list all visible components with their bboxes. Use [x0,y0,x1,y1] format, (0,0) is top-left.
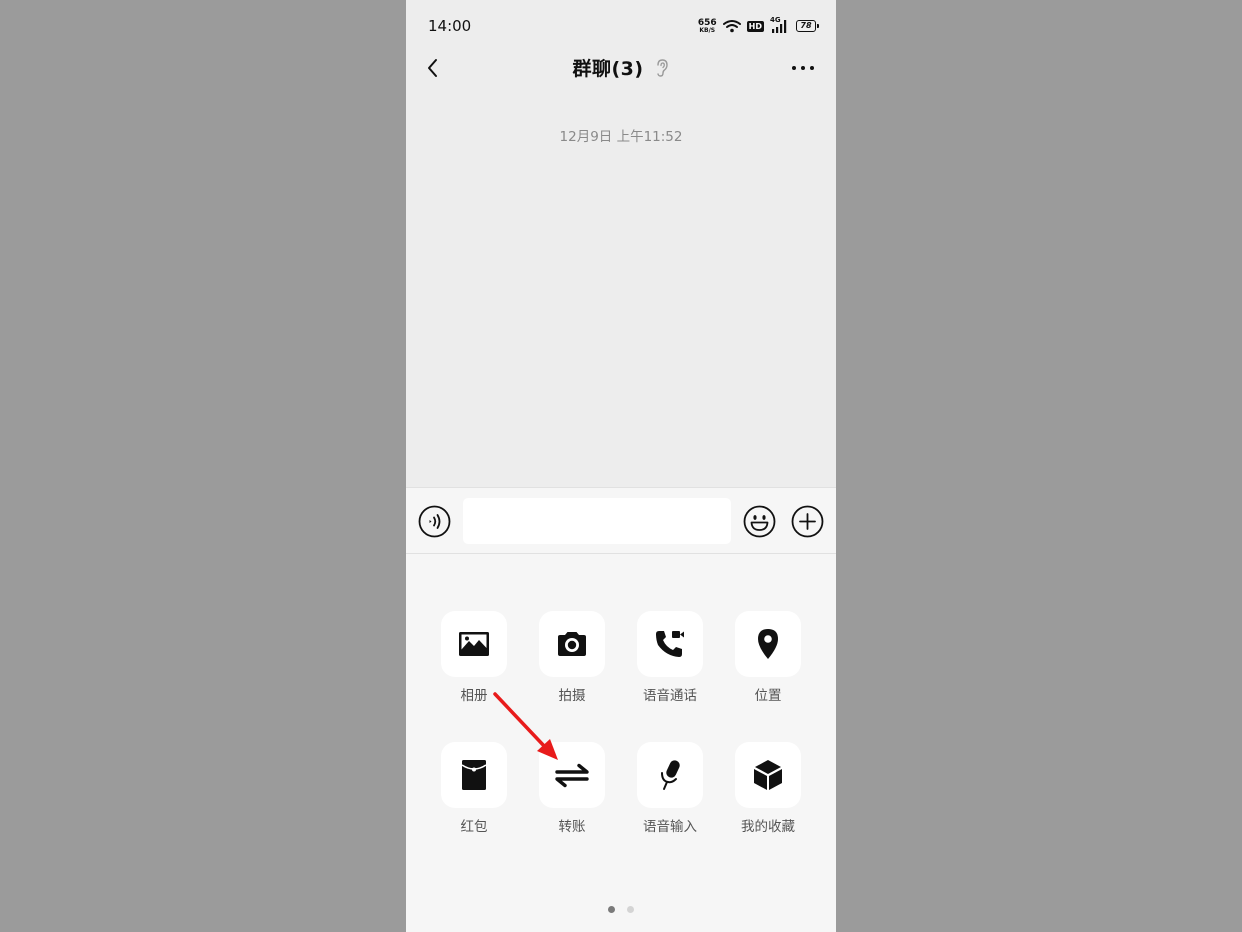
page-dot[interactable] [627,906,634,913]
battery-level: 78 [800,21,812,30]
phone-screen: 14:00 656 KB/S HD 4G 78 群聊(3) 12月9日 上午11… [406,0,836,932]
panel-tile[interactable] [539,742,605,808]
transfer-icon [555,763,589,788]
panel-tile[interactable] [735,742,801,808]
panel-item-voice-call[interactable]: 语音通话 [636,611,704,704]
photo-album-icon [459,632,489,656]
panel-tile[interactable] [539,611,605,677]
chat-timestamp: 12月9日 上午11:52 [559,129,683,145]
wifi-icon [722,20,741,33]
hd-badge: HD [746,20,764,32]
network-speed: 656 KB/S [697,17,717,34]
panel-item-voice-input[interactable]: 语音输入 [636,742,704,835]
panel-item-label: 位置 [754,688,782,704]
more-options-icon[interactable] [790,58,816,78]
panel-item-label: 相册 [460,688,488,704]
plus-icon[interactable] [791,505,824,538]
panel-item-label: 语音通话 [643,688,697,704]
chat-message-area[interactable]: 12月9日 上午11:52 [406,92,836,487]
nav-title-group: 群聊(3) [406,54,836,81]
camera-icon [558,632,586,656]
emoji-icon[interactable] [743,505,776,538]
earpiece-mode-icon [656,58,668,77]
network-speed-unit: KB/S [699,26,716,34]
page-dot-active[interactable] [608,906,615,913]
more-functions-panel: 相册 拍摄 语音通话 位置 红包 转账 语音输入 我的收藏 [406,554,836,932]
panel-tile[interactable] [637,742,703,808]
status-bar: 14:00 656 KB/S HD 4G 78 [406,0,836,50]
panel-item-camera[interactable]: 拍摄 [538,611,606,704]
status-icons: 656 KB/S HD 4G 78 [697,16,819,36]
voice-input-icon [661,760,680,790]
status-time: 14:00 [428,17,472,35]
panel-item-favorites[interactable]: 我的收藏 [734,742,802,835]
page-indicator [406,906,836,913]
page-title: 群聊(3) [572,58,644,80]
panel-item-location[interactable]: 位置 [734,611,802,704]
panel-tile[interactable] [637,611,703,677]
voice-call-icon [656,631,684,657]
red-packet-icon [461,760,487,790]
panel-item-label: 拍摄 [558,688,586,704]
nav-bar: 群聊(3) [406,44,836,92]
panel-tile[interactable] [441,611,507,677]
battery-icon: 78 [796,20,819,32]
input-bar [406,487,836,554]
panel-tile[interactable] [735,611,801,677]
panel-item-label: 我的收藏 [741,819,795,835]
message-input[interactable] [463,498,731,544]
panel-item-red-packet[interactable]: 红包 [440,742,508,835]
panel-tile[interactable] [441,742,507,808]
favorites-icon [754,760,782,790]
panel-item-album[interactable]: 相册 [440,611,508,704]
network-speed-value: 656 [697,17,717,28]
voice-mode-toggle-icon[interactable] [418,505,451,538]
panel-item-label: 红包 [460,819,488,835]
location-pin-icon [758,629,778,659]
panel-item-label: 转账 [558,819,586,835]
panel-item-label: 语音输入 [643,819,697,835]
cellular-signal-icon: 4G [770,16,790,34]
panel-item-transfer[interactable]: 转账 [538,742,606,835]
